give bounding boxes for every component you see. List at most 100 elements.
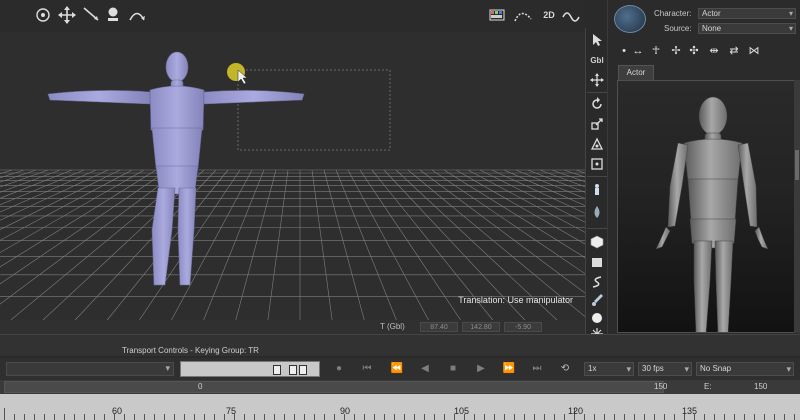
curve-icon[interactable] xyxy=(512,4,534,26)
ruler-tick xyxy=(734,414,735,420)
ruler-tick xyxy=(704,414,705,420)
play-reverse-button[interactable]: ◀ xyxy=(418,362,432,376)
ruler-tick xyxy=(324,414,325,420)
sphere-icon[interactable] xyxy=(589,310,605,326)
ruler-tick xyxy=(294,414,295,420)
take-strip[interactable] xyxy=(180,361,320,377)
ruler-tick xyxy=(174,414,175,420)
panel-scrollbar[interactable] xyxy=(794,80,800,333)
character-logo-icon xyxy=(614,5,646,33)
tab-actor[interactable]: Actor xyxy=(618,65,654,80)
spline-icon[interactable] xyxy=(589,274,605,290)
ruler-tick xyxy=(524,414,525,420)
take-box[interactable] xyxy=(299,365,307,375)
ruler-tick xyxy=(154,414,155,420)
record-button[interactable]: ● xyxy=(332,362,346,376)
play-button[interactable]: ▶ xyxy=(474,362,488,376)
line-tool-icon[interactable] xyxy=(80,4,102,26)
prev-key-button[interactable]: ⏪ xyxy=(390,362,404,376)
stop-button[interactable]: ■ xyxy=(446,362,460,376)
3d-viewport[interactable]: 2D Translation: Use manipulator T (Gbl) … xyxy=(0,0,585,334)
cube-icon[interactable] xyxy=(589,234,605,250)
goto-start-button[interactable]: ⏮ xyxy=(360,362,374,376)
ruler-tick xyxy=(194,414,195,420)
ruler-tick xyxy=(764,414,765,420)
end-value-field[interactable]: 150 xyxy=(754,382,767,391)
timeline-start: 0 xyxy=(198,382,203,391)
mirror-icon[interactable]: ⇹ xyxy=(706,44,722,58)
loop-icon[interactable]: ⟲ xyxy=(558,362,572,376)
ruler-tick xyxy=(584,414,585,420)
layer-select[interactable] xyxy=(6,362,174,376)
ruler-tick xyxy=(214,414,215,420)
actor-preview-figure xyxy=(655,96,769,332)
global-toggle-button[interactable]: Gbl xyxy=(589,52,605,68)
fps-select[interactable]: 30 fps xyxy=(638,362,692,376)
drop-icon[interactable] xyxy=(589,204,605,220)
ruler-tick xyxy=(594,414,595,420)
ik-icon[interactable]: ✣ xyxy=(686,44,702,58)
character-controls-panel: Character: Actor Source: None • ↔ ☥ ✢ ✣ … xyxy=(607,0,800,334)
ruler-tick xyxy=(754,414,755,420)
palette-icon[interactable] xyxy=(486,4,508,26)
brush-icon[interactable] xyxy=(589,292,605,308)
coord-x-field[interactable]: 87.40 xyxy=(420,322,458,332)
coord-z-field[interactable]: -5.90 xyxy=(504,322,542,332)
take-box[interactable] xyxy=(273,365,281,375)
ruler-tick xyxy=(664,414,665,420)
ruler-tick xyxy=(64,414,65,420)
arrow-icon[interactable]: ↔ xyxy=(630,44,646,58)
pelvis-icon[interactable]: ⋈ xyxy=(746,44,762,58)
reach-icon[interactable]: ✢ xyxy=(668,44,684,58)
translate-icon[interactable] xyxy=(589,72,605,88)
ruler-tick xyxy=(794,414,795,420)
pivot-icon[interactable] xyxy=(589,136,605,152)
ruler-tick xyxy=(54,414,55,420)
wave-icon[interactable] xyxy=(560,4,582,26)
ruler-tick xyxy=(104,414,105,420)
ruler-label: 60 xyxy=(112,406,123,416)
move-icon[interactable] xyxy=(56,4,78,26)
select-arrow-icon[interactable] xyxy=(589,32,605,48)
ruler-tick xyxy=(254,414,255,420)
viewport-status-text: Translation: Use manipulator xyxy=(458,295,573,305)
ruler-tick xyxy=(654,414,655,420)
next-key-button[interactable]: ⏩ xyxy=(502,362,516,376)
figure-icon[interactable]: ☥ xyxy=(648,44,664,58)
ruler-tick xyxy=(164,414,165,420)
2d-icon[interactable]: 2D xyxy=(538,4,560,26)
timeline-slider[interactable] xyxy=(4,381,664,393)
snap-select[interactable]: No Snap xyxy=(696,362,794,376)
rotate-icon[interactable] xyxy=(589,96,605,112)
character-select[interactable]: Actor xyxy=(698,8,796,19)
box-icon[interactable] xyxy=(589,254,605,270)
source-select[interactable]: None xyxy=(698,23,796,34)
ruler-tick xyxy=(784,414,785,420)
ruler-tick xyxy=(14,414,15,420)
pin-body-icon[interactable]: ⇄ xyxy=(726,44,742,58)
timeline-end: 150 xyxy=(654,382,668,391)
arc-icon[interactable] xyxy=(126,4,148,26)
timeline-ruler[interactable]: 60 75 90 105 120 135 xyxy=(0,394,800,420)
character-icon[interactable] xyxy=(589,182,605,198)
speed-select[interactable]: 1x xyxy=(584,362,634,376)
vertical-tool-strip: Gbl xyxy=(585,28,607,340)
goto-end-button[interactable]: ⏭ xyxy=(530,362,544,376)
ruler-tick xyxy=(724,414,725,420)
ruler-tick xyxy=(604,414,605,420)
transport-controls: ● ⏮ ⏪ ◀ ■ ▶ ⏩ ⏭ ⟲ 1x 30 fps No Snap xyxy=(0,358,800,380)
pin-icon[interactable] xyxy=(102,4,124,26)
frame-icon[interactable] xyxy=(589,156,605,172)
ruler-tick xyxy=(134,414,135,420)
ruler-tick xyxy=(474,414,475,420)
dots-view-icon[interactable] xyxy=(32,4,54,26)
ruler-tick xyxy=(4,408,5,420)
character-preview[interactable] xyxy=(617,80,795,333)
ruler-tick xyxy=(124,414,125,420)
ruler-tick xyxy=(544,414,545,420)
ruler-tick xyxy=(564,414,565,420)
scene-canvas[interactable] xyxy=(0,0,585,334)
take-box[interactable] xyxy=(289,365,297,375)
scale-icon[interactable] xyxy=(589,116,605,132)
coord-y-field[interactable]: 142.80 xyxy=(462,322,500,332)
